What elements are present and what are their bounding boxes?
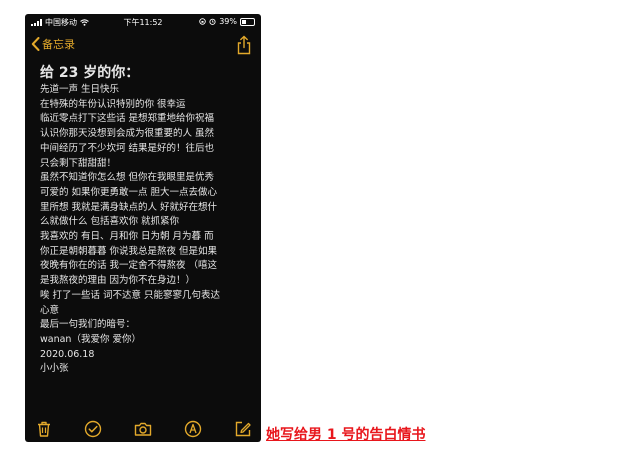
note-line: 只会剩下甜甜甜！ <box>40 157 117 169</box>
note-line: 2020.06.18 <box>40 348 95 360</box>
note-body[interactable]: 给 23 岁的你： 先道一声 生日快乐在特殊的年份认识特别的你 很幸运临近零点打… <box>40 64 255 377</box>
note-line: 可爱的 如果你更勇敢一点 胆大一点去做心 <box>40 186 218 198</box>
note-line: 在特殊的年份认识特别的你 很幸运 <box>40 98 186 110</box>
markup-icon[interactable] <box>183 419 203 439</box>
note-line: 虽然不知道你怎么想 但你在我眼里是优秀 <box>40 172 215 184</box>
note-line: 你正是朝朝暮暮 你说我总是熬夜 但是如果 <box>40 245 218 257</box>
note-line: 么就做什么 包括喜欢你 就抓紧你 <box>40 216 180 228</box>
note-line: 小小张 <box>40 363 69 375</box>
note-line: 最后一句我们的暗号： <box>40 319 136 331</box>
camera-icon[interactable] <box>133 419 153 439</box>
bottom-toolbar <box>25 416 261 442</box>
phone-screenshot: 中国移动 下午11:52 39% 备忘录 给 23 岁的你： 先道一声 生日快乐… <box>25 14 261 442</box>
share-icon[interactable] <box>235 35 253 55</box>
back-button[interactable]: 备忘录 <box>31 36 75 52</box>
note-line: 先道一声 生日快乐 <box>40 84 120 95</box>
note-title: 给 23 岁的你： <box>40 65 140 81</box>
caption-text: 她写给男 1 号的告白情书 <box>266 427 426 443</box>
note-line: 心意 <box>40 304 60 316</box>
note-line: 里所想 我就是满身缺点的人 好就好在想什 <box>40 201 218 213</box>
status-bar: 中国移动 下午11:52 39% <box>25 14 261 30</box>
note-line: 夜晚有你在的话 我一定舍不得熬夜 （嘻这 <box>40 260 218 272</box>
note-line: 临近零点打下这些话 是想郑重地给你祝福 <box>40 113 215 125</box>
battery-percent: 39% <box>219 17 237 26</box>
note-lines: 先道一声 生日快乐在特殊的年份认识特别的你 很幸运临近零点打下这些话 是想郑重地… <box>40 83 255 377</box>
back-label: 备忘录 <box>42 38 75 51</box>
battery-icon <box>240 17 255 26</box>
note-line: wanan（我爱你 爱你） <box>40 333 141 345</box>
nav-bar: 备忘录 <box>25 32 261 58</box>
trash-icon[interactable] <box>34 419 54 439</box>
note-line: 唉 打了一些话 词不达意 只能寥寥几句表达 <box>40 289 221 301</box>
compose-icon[interactable] <box>233 419 253 439</box>
rotation-lock-icon <box>199 18 206 25</box>
note-line: 中间经历了不少坎坷 结果是好的！往后也 <box>40 142 215 154</box>
status-right: 39% <box>199 17 255 26</box>
note-line: 我喜欢的 有日、月和你 日为朝 月为暮 而 <box>40 231 214 243</box>
checklist-icon[interactable] <box>83 419 103 439</box>
note-line: 是我熬夜的理由 因为你不在身边！） <box>40 275 196 287</box>
note-line: 认识你那天没想到会成为很重要的人 虽然 <box>40 128 215 140</box>
chevron-left-icon <box>31 37 40 51</box>
alarm-icon <box>209 18 216 25</box>
